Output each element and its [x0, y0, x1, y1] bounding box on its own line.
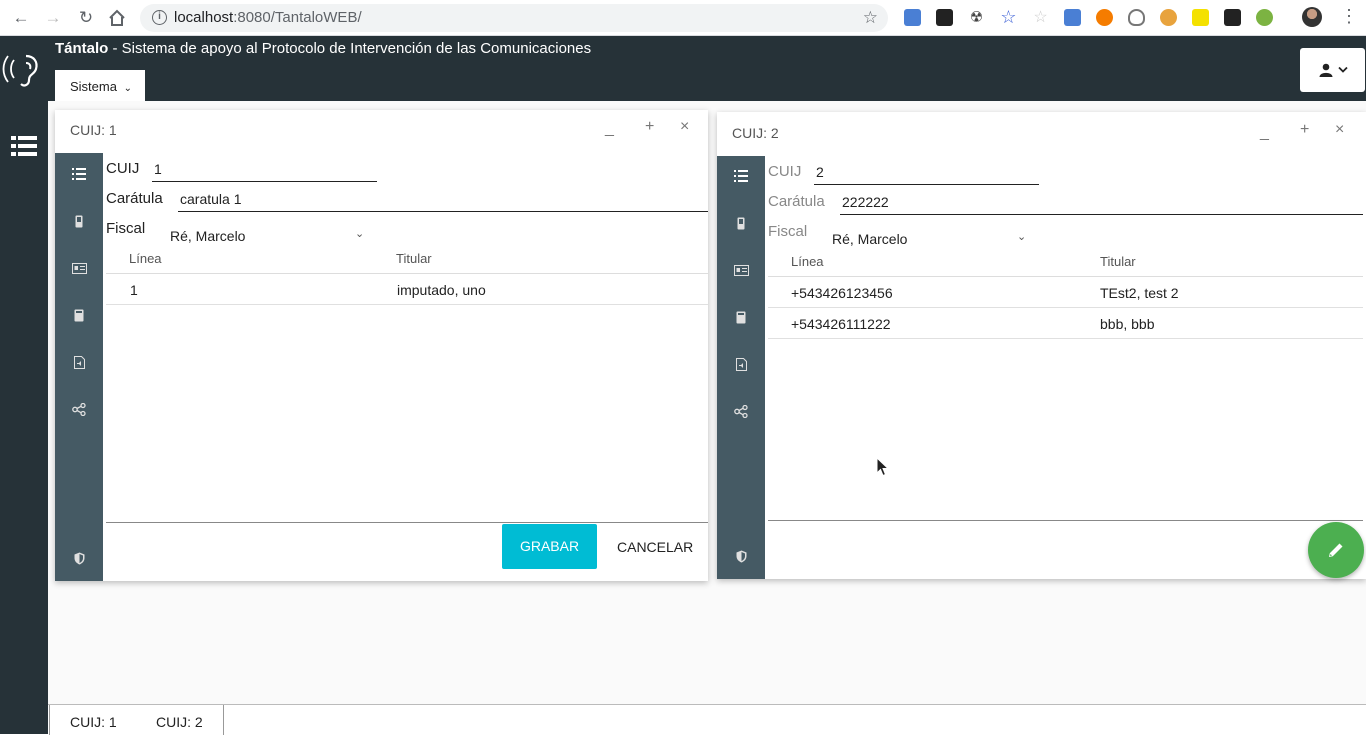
- window-sidebar: [55, 153, 103, 581]
- extension-icon[interactable]: [1256, 9, 1273, 26]
- column-header-linea[interactable]: Línea: [791, 254, 824, 269]
- maximize-icon[interactable]: +: [645, 118, 654, 136]
- window-taskbar: CUIJ: 1 CUIJ: 2: [48, 704, 1366, 735]
- lines-table: Línea Titular +543426123456 TEst2, test …: [768, 246, 1363, 521]
- extension-icon[interactable]: [1224, 9, 1241, 26]
- fiscal-label: Fiscal: [768, 223, 808, 240]
- list-icon[interactable]: [733, 168, 749, 184]
- cell-linea: +543426111222: [791, 316, 891, 332]
- book-icon[interactable]: [733, 309, 749, 325]
- menu-sistema[interactable]: Sistema ⌄: [55, 70, 145, 101]
- document-audio-icon[interactable]: [733, 356, 749, 372]
- edit-button[interactable]: [1308, 522, 1364, 578]
- share-icon[interactable]: [733, 403, 749, 419]
- app-logo-icon: [0, 50, 44, 90]
- left-rail: [0, 101, 48, 734]
- browser-menu-icon[interactable]: ⋮: [1340, 6, 1358, 27]
- list-menu-icon[interactable]: [11, 135, 37, 157]
- home-icon[interactable]: [106, 7, 128, 29]
- extension-icon[interactable]: [1160, 9, 1177, 26]
- caratula-label: Carátula: [106, 190, 163, 207]
- profile-avatar[interactable]: [1302, 7, 1322, 27]
- fiscal-label: Fiscal: [106, 220, 146, 237]
- extension-icon[interactable]: [1192, 9, 1209, 26]
- chevron-down-icon[interactable]: ⌄: [1017, 230, 1026, 243]
- reload-icon[interactable]: ↻: [75, 7, 97, 29]
- lines-table: Línea Titular 1 imputado, uno: [106, 243, 708, 523]
- caratula-label: Carátula: [768, 193, 825, 210]
- cuij-window: CUIJ: 2 _ + × CUIJ 2 Carátula 222222 Fis…: [717, 112, 1366, 579]
- shield-icon[interactable]: [71, 550, 87, 566]
- cell-titular: bbb, bbb: [1100, 316, 1155, 332]
- back-icon[interactable]: ←: [10, 7, 32, 29]
- table-header: Línea Titular: [768, 246, 1363, 277]
- extension-icon[interactable]: [1096, 9, 1113, 26]
- fiscal-select[interactable]: Ré, Marcelo: [170, 228, 245, 244]
- app-title: Tántalo - Sistema de apoyo al Protocolo …: [55, 40, 592, 57]
- table-row[interactable]: 1 imputado, uno: [106, 274, 708, 305]
- chevron-down-icon: [1338, 66, 1348, 73]
- extension-icon[interactable]: [904, 9, 921, 26]
- pencil-icon: [1329, 543, 1343, 557]
- phone-icon[interactable]: [733, 215, 749, 231]
- taskbar-item[interactable]: CUIJ: 2: [156, 714, 203, 730]
- extension-icon[interactable]: ☢: [968, 9, 985, 26]
- extension-icon[interactable]: ☆: [1032, 9, 1049, 26]
- window-sidebar: [717, 156, 765, 579]
- share-icon[interactable]: [71, 401, 87, 417]
- close-icon[interactable]: ×: [1335, 121, 1344, 139]
- minimize-icon[interactable]: _: [1260, 124, 1269, 142]
- chevron-down-icon[interactable]: ⌄: [355, 227, 364, 240]
- user-icon: [1319, 63, 1333, 77]
- document-audio-icon[interactable]: [71, 354, 87, 370]
- list-icon[interactable]: [71, 166, 87, 182]
- phone-icon[interactable]: [71, 213, 87, 229]
- cancel-button[interactable]: CANCELAR: [617, 539, 693, 555]
- column-header-linea[interactable]: Línea: [129, 251, 162, 266]
- table-row[interactable]: +543426123456 TEst2, test 2: [768, 277, 1363, 308]
- chevron-down-icon: ⌄: [123, 83, 132, 94]
- cell-titular: imputado, uno: [397, 282, 486, 298]
- cuij-label: CUIJ: [106, 160, 140, 177]
- cell-linea: +543426123456: [791, 285, 893, 301]
- maximize-icon[interactable]: +: [1300, 121, 1309, 139]
- table-row[interactable]: +543426111222 bbb, bbb: [768, 308, 1363, 339]
- table-header: Línea Titular: [106, 243, 708, 274]
- minimize-icon[interactable]: _: [605, 120, 614, 138]
- browser-toolbar: ← → ↻ i localhost:8080/TantaloWEB/ ☆ ☢ ☆…: [0, 0, 1366, 36]
- window-title: CUIJ: 1: [70, 122, 117, 138]
- column-header-titular[interactable]: Titular: [1100, 254, 1136, 269]
- address-bar[interactable]: i localhost:8080/TantaloWEB/ ☆: [140, 4, 888, 32]
- cuij-input[interactable]: 1: [152, 161, 377, 182]
- cuij-window: CUIJ: 1 _ + × CUIJ 1 Carátula caratula 1…: [55, 110, 708, 581]
- bookmark-star-icon[interactable]: ☆: [863, 8, 878, 28]
- menu-sistema-label: Sistema: [70, 79, 117, 94]
- id-card-icon[interactable]: [733, 262, 749, 278]
- info-icon[interactable]: i: [152, 10, 167, 25]
- save-button[interactable]: GRABAR: [502, 524, 597, 569]
- cuij-label: CUIJ: [768, 163, 802, 180]
- close-icon[interactable]: ×: [680, 118, 689, 136]
- cell-linea: 1: [130, 282, 138, 298]
- cuij-input[interactable]: 2: [814, 164, 1039, 185]
- window-title: CUIJ: 2: [732, 125, 779, 141]
- translate-icon[interactable]: [1064, 9, 1081, 26]
- extension-icon[interactable]: ☆: [1000, 8, 1017, 26]
- fiscal-select[interactable]: Ré, Marcelo: [832, 231, 907, 247]
- user-menu-button[interactable]: [1300, 48, 1365, 92]
- id-card-icon[interactable]: [71, 260, 87, 276]
- book-icon[interactable]: [71, 307, 87, 323]
- extension-icon[interactable]: [1128, 9, 1145, 26]
- caratula-input[interactable]: 222222: [840, 194, 1363, 215]
- extension-icon[interactable]: [936, 9, 953, 26]
- caratula-input[interactable]: caratula 1: [178, 191, 708, 212]
- cell-titular: TEst2, test 2: [1100, 285, 1179, 301]
- taskbar-item[interactable]: CUIJ: 1: [70, 714, 117, 730]
- forward-icon[interactable]: →: [42, 7, 64, 29]
- url-text: localhost:8080/TantaloWEB/: [174, 9, 362, 26]
- column-header-titular[interactable]: Titular: [396, 251, 432, 266]
- shield-icon[interactable]: [733, 548, 749, 564]
